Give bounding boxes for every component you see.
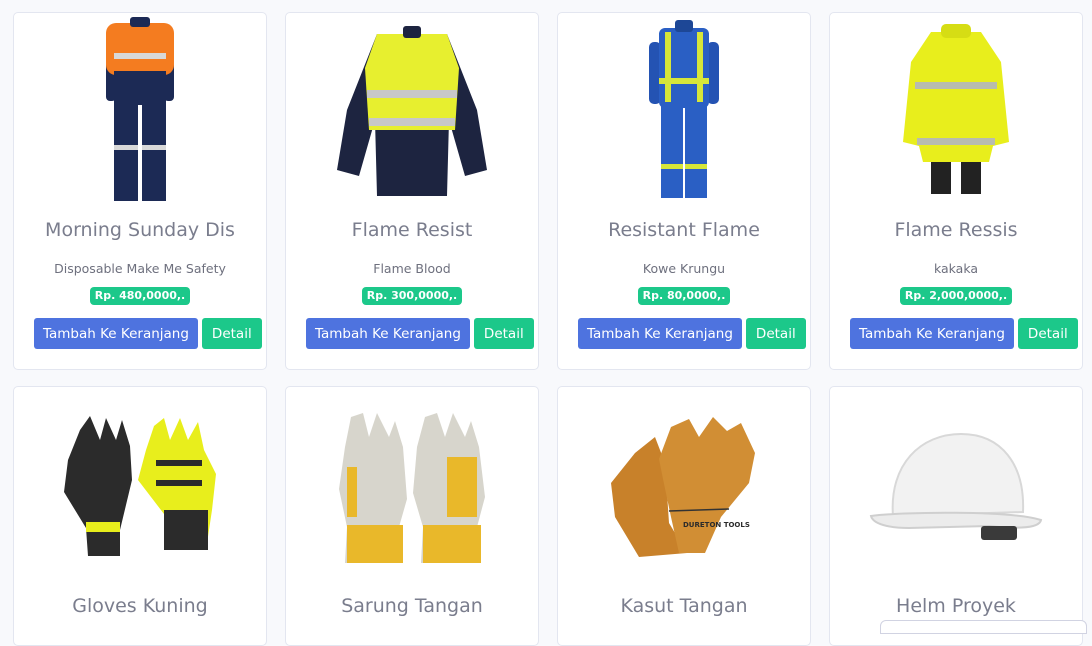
brand-stamp: DURETON TOOLS: [683, 521, 750, 529]
product-description: kakaka: [933, 261, 979, 276]
product-title: Flame Resist: [351, 219, 473, 241]
scroll-button-partial[interactable]: [880, 620, 1087, 634]
product-title: Morning Sunday Dis: [45, 219, 235, 241]
detail-button[interactable]: Detail: [201, 318, 262, 349]
product-card: Gloves Kuning: [13, 386, 267, 646]
add-to-cart-button[interactable]: Tambah Ke Keranjang: [850, 318, 1014, 349]
price-badge: Rp. 80,0000,.: [637, 287, 731, 305]
product-card: Flame Resist Flame Blood Rp. 300,0000,. …: [285, 12, 539, 370]
detail-button[interactable]: Detail: [1017, 318, 1078, 349]
add-to-cart-button[interactable]: Tambah Ke Keranjang: [34, 318, 198, 349]
product-card: Helm Proyek: [829, 386, 1083, 646]
product-title: Gloves Kuning: [72, 595, 208, 617]
product-image: [286, 13, 538, 203]
product-card: Sarung Tangan: [285, 386, 539, 646]
product-card: Flame Ressis kakaka Rp. 2,000,0000,. Tam…: [829, 12, 1083, 370]
product-image: [830, 387, 1082, 583]
product-image: [558, 13, 810, 203]
product-card: Morning Sunday Dis Disposable Make Me Sa…: [13, 12, 267, 370]
product-card: DURETON TOOLS Kasut Tangan: [557, 386, 811, 646]
product-title: Helm Proyek: [896, 595, 1016, 617]
product-title: Resistant Flame: [608, 219, 760, 241]
product-image: DURETON TOOLS: [558, 387, 810, 583]
product-image: [14, 387, 266, 583]
add-to-cart-button[interactable]: Tambah Ke Keranjang: [306, 318, 470, 349]
product-card: Resistant Flame Kowe Krungu Rp. 80,0000,…: [557, 12, 811, 370]
price-badge: Rp. 2,000,0000,.: [899, 287, 1013, 305]
product-image: [830, 13, 1082, 203]
product-title: Flame Ressis: [894, 219, 1018, 241]
product-image: [14, 13, 266, 203]
add-to-cart-button[interactable]: Tambah Ke Keranjang: [578, 318, 742, 349]
product-image: [286, 387, 538, 583]
product-title: Sarung Tangan: [341, 595, 483, 617]
price-badge: Rp. 300,0000,.: [361, 287, 463, 305]
product-description: Disposable Make Me Safety: [54, 261, 226, 276]
price-badge: Rp. 480,0000,.: [89, 287, 191, 305]
detail-button[interactable]: Detail: [745, 318, 806, 349]
product-title: Kasut Tangan: [620, 595, 748, 617]
product-description: Kowe Krungu: [642, 261, 726, 276]
detail-button[interactable]: Detail: [473, 318, 534, 349]
product-grid: Morning Sunday Dis Disposable Make Me Sa…: [0, 0, 1092, 646]
product-description: Flame Blood: [373, 261, 451, 276]
